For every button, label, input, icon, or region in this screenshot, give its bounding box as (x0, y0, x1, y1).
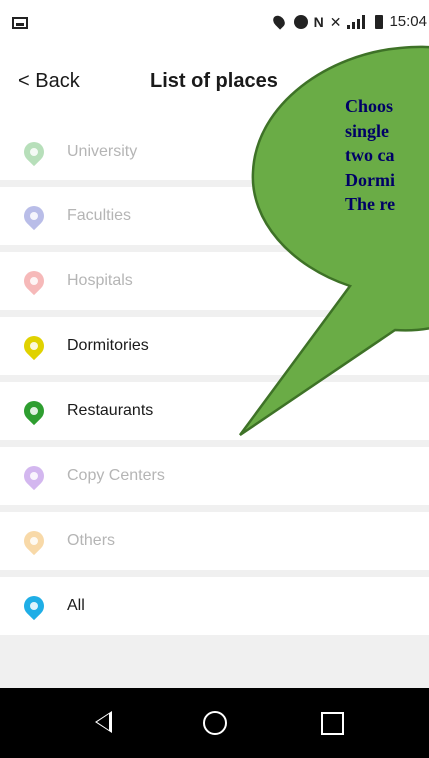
place-item-restaurants[interactable]: Restaurants (0, 382, 429, 440)
recents-square-icon[interactable] (321, 712, 344, 735)
all-pin-icon (19, 591, 49, 621)
home-circle-icon[interactable] (203, 711, 227, 735)
callout-line: Dormi (345, 169, 395, 190)
place-label: Faculties (67, 207, 132, 224)
hospitals-pin-icon (19, 266, 49, 296)
university-pin-icon (19, 137, 49, 167)
back-triangle-icon[interactable] (95, 711, 112, 733)
others-pin-icon (19, 526, 49, 556)
status-time: 15:04 (389, 13, 427, 30)
place-label: Copy Centers (67, 467, 165, 484)
vibrate-icon: ✕ (329, 13, 342, 30)
place-item-copy-centers[interactable]: Copy Centers (0, 447, 429, 505)
place-label: Restaurants (67, 402, 154, 419)
copy-centers-pin-icon (19, 461, 49, 491)
page-title: List of places (150, 70, 278, 92)
callout-line: single (345, 120, 390, 141)
status-icons: N ✕ 15:04 (270, 13, 427, 30)
dormitories-pin-icon (19, 331, 49, 361)
callout-line: Choos (345, 96, 394, 116)
place-item-all[interactable]: All (0, 577, 429, 635)
place-item-others[interactable]: Others (0, 512, 429, 570)
callout-line: two ca (345, 145, 395, 165)
place-label: All (67, 597, 85, 614)
place-label: University (67, 143, 138, 160)
place-label: Dormitories (67, 337, 149, 354)
place-item-dormitories[interactable]: Dormitories (0, 317, 429, 375)
place-label: Others (67, 532, 116, 549)
faculties-pin-icon (19, 201, 49, 231)
place-label: Hospitals (67, 272, 133, 289)
lte-signal-icon (347, 14, 369, 29)
back-button[interactable]: < Back (18, 70, 80, 93)
system-nav-bar (0, 688, 429, 758)
location-icon (270, 13, 287, 30)
place-item-hospitals[interactable]: Hospitals (0, 252, 429, 310)
gallery-icon (12, 17, 28, 29)
battery-icon (375, 14, 384, 29)
nfc-icon: N (313, 13, 324, 30)
status-bar: N ✕ 15:04 (0, 0, 429, 48)
callout-text: Choos single two ca Dormi The re (345, 94, 429, 217)
callout-line: The re (345, 194, 396, 214)
bluetooth-icon (293, 14, 308, 29)
restaurants-pin-icon (19, 396, 49, 426)
